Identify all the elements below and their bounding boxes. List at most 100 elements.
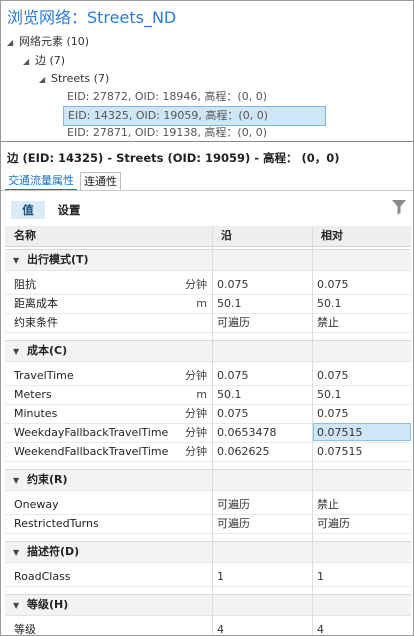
attribute-value-along: 可遍历: [217, 498, 250, 511]
attribute-row[interactable]: 等级 4 4: [5, 620, 411, 636]
attribute-name: 距离成本: [14, 297, 58, 310]
tree-node-network-elements[interactable]: ◢ 网络元素 (10): [7, 33, 89, 51]
attribute-value-along: 0.075: [217, 369, 249, 382]
group-header[interactable]: ▼ 约束(R): [5, 469, 411, 491]
tree-node-label: 网络元素: [19, 35, 63, 48]
collapse-caret-icon[interactable]: ▼: [13, 342, 27, 362]
network-explorer-pane: 浏览网络：Streets_ND ◢ 网络元素 (10) ◢ 边 (7) ◢ Stree…: [0, 0, 414, 636]
attribute-row[interactable]: WeekendFallbackTravelTime 分钟 0.062625 0.075…: [5, 442, 411, 462]
group-title: 成本(C): [27, 344, 68, 357]
attribute-name: Oneway: [14, 498, 59, 511]
attribute-row[interactable]: WeekdayFallbackTravelTime 分钟 0.0653478 0.07…: [5, 423, 411, 443]
tree-node-label: Streets: [51, 72, 91, 85]
tab-divider: [1, 190, 413, 191]
tree-node-edges[interactable]: ◢ 边 (7): [23, 52, 65, 70]
attribute-value-against: 0.07515: [317, 445, 363, 458]
attribute-row[interactable]: 阻抗 分钟 0.075 0.075: [5, 275, 411, 295]
attribute-value-along: 50.1: [217, 388, 242, 401]
attribute-value-along: 可遍历: [217, 316, 250, 329]
column-header-along[interactable]: 沿: [221, 226, 232, 246]
group-title: 约束(R): [27, 473, 68, 486]
attribute-name: 约束条件: [14, 316, 58, 329]
attribute-row[interactable]: Oneway 可遍历 禁止: [5, 495, 411, 515]
column-divider: [212, 226, 213, 635]
collapse-caret-icon[interactable]: ◢: [7, 34, 19, 52]
pane-splitter[interactable]: [1, 141, 413, 142]
attribute-value-against: 50.1: [317, 297, 342, 310]
group-title: 等级(H): [27, 598, 69, 611]
collapse-caret-icon[interactable]: ▼: [13, 471, 27, 491]
attribute-name: Meters: [14, 388, 52, 401]
attribute-name: WeekdayFallbackTravelTime: [14, 426, 169, 439]
attribute-row[interactable]: RoadClass 1 1: [5, 567, 411, 587]
attribute-name: TravelTime: [14, 369, 74, 382]
collapse-caret-icon[interactable]: ▼: [13, 596, 27, 616]
attribute-unit: m: [196, 297, 207, 310]
attribute-row[interactable]: Meters m 50.1 50.1: [5, 385, 411, 405]
attribute-value-along: 0.075: [217, 407, 249, 420]
attribute-name: 等级: [14, 623, 36, 636]
column-header-against[interactable]: 相对: [321, 226, 343, 246]
attribute-unit: m: [196, 388, 207, 401]
attribute-row[interactable]: RestrictedTurns 可遍历 可遍历: [5, 514, 411, 534]
values-toggle-button[interactable]: 值: [11, 201, 45, 219]
attribute-row[interactable]: TravelTime 分钟 0.075 0.075: [5, 366, 411, 386]
tree-node-label: 边: [35, 54, 46, 67]
attribute-row[interactable]: 距离成本 m 50.1 50.1: [5, 294, 411, 314]
tree-node-count: (10): [66, 35, 90, 48]
attribute-unit: 分钟: [185, 369, 207, 382]
attribute-value-against: 1: [317, 570, 324, 583]
tree-node-count: (7): [93, 72, 110, 85]
attribute-row[interactable]: Minutes 分钟 0.075 0.075: [5, 404, 411, 424]
attribute-unit: 分钟: [185, 445, 207, 458]
group-title: 描述符(D): [27, 545, 80, 558]
attribute-name: Minutes: [14, 407, 58, 420]
attribute-value-along: 0.062625: [217, 445, 270, 458]
attribute-value-against: 禁止: [317, 316, 339, 329]
attribute-name: 阻抗: [14, 278, 36, 291]
attribute-name: RoadClass: [14, 570, 71, 583]
grid-header: 名称 沿 相对: [5, 226, 411, 247]
attribute-value-against: 禁止: [317, 498, 339, 511]
attribute-value-against: 0.07515: [317, 426, 363, 439]
collapse-caret-icon[interactable]: ▼: [13, 543, 27, 563]
tree-leaf-edge[interactable]: EID: 27872, OID: 18946, 高程：(0, 0): [63, 88, 271, 106]
attribute-value-against: 4: [317, 623, 324, 636]
tree-leaf-edge-selected[interactable]: EID: 14325, OID: 19059, 高程：(0, 0): [63, 106, 326, 126]
element-detail-header: 边 (EID: 14325) - Streets (OID: 19059) - …: [7, 151, 340, 165]
attribute-value-against: 0.075: [317, 278, 349, 291]
filter-icon[interactable]: [391, 198, 407, 216]
attribute-unit: 分钟: [185, 278, 207, 291]
attribute-value-along: 50.1: [217, 297, 242, 310]
attribute-value-along: 可遍历: [217, 517, 250, 530]
column-divider: [312, 226, 313, 635]
settings-toggle-button[interactable]: 设置: [50, 201, 88, 219]
group-title: 出行模式(T): [27, 253, 89, 266]
tree-leaf-edge[interactable]: EID: 27871, OID: 19138, 高程：(0, 0): [63, 124, 271, 142]
tree-node-count: (7): [49, 54, 66, 67]
tab-traffic-attributes[interactable]: 交通流量属性: [5, 172, 77, 191]
collapse-caret-icon[interactable]: ◢: [23, 53, 35, 71]
attribute-value-against: 0.075: [317, 369, 349, 382]
group-header[interactable]: ▼ 成本(C): [5, 340, 411, 362]
attribute-unit: 分钟: [185, 407, 207, 420]
attribute-value-along: 0.0653478: [217, 426, 277, 439]
attribute-value-along: 0.075: [217, 278, 249, 291]
attribute-row[interactable]: 约束条件 可遍历 禁止: [5, 313, 411, 333]
group-header[interactable]: ▼ 出行模式(T): [5, 249, 411, 271]
group-header[interactable]: ▼ 等级(H): [5, 594, 411, 616]
attribute-value-against: 可遍历: [317, 517, 350, 530]
collapse-caret-icon[interactable]: ◢: [39, 71, 51, 89]
attribute-unit: 分钟: [185, 426, 207, 439]
column-header-name[interactable]: 名称: [14, 226, 36, 246]
attribute-value-against: 0.075: [317, 407, 349, 420]
attribute-value-along: 4: [217, 623, 224, 636]
attribute-value-against: 50.1: [317, 388, 342, 401]
attribute-name: WeekendFallbackTravelTime: [14, 445, 169, 458]
collapse-caret-icon[interactable]: ▼: [13, 251, 27, 271]
pane-title: 浏览网络：Streets_ND: [7, 8, 177, 27]
tree-node-streets[interactable]: ◢ Streets (7): [39, 70, 109, 88]
tab-connectivity[interactable]: 连通性: [80, 172, 121, 190]
attribute-value-along: 1: [217, 570, 224, 583]
group-header[interactable]: ▼ 描述符(D): [5, 541, 411, 563]
